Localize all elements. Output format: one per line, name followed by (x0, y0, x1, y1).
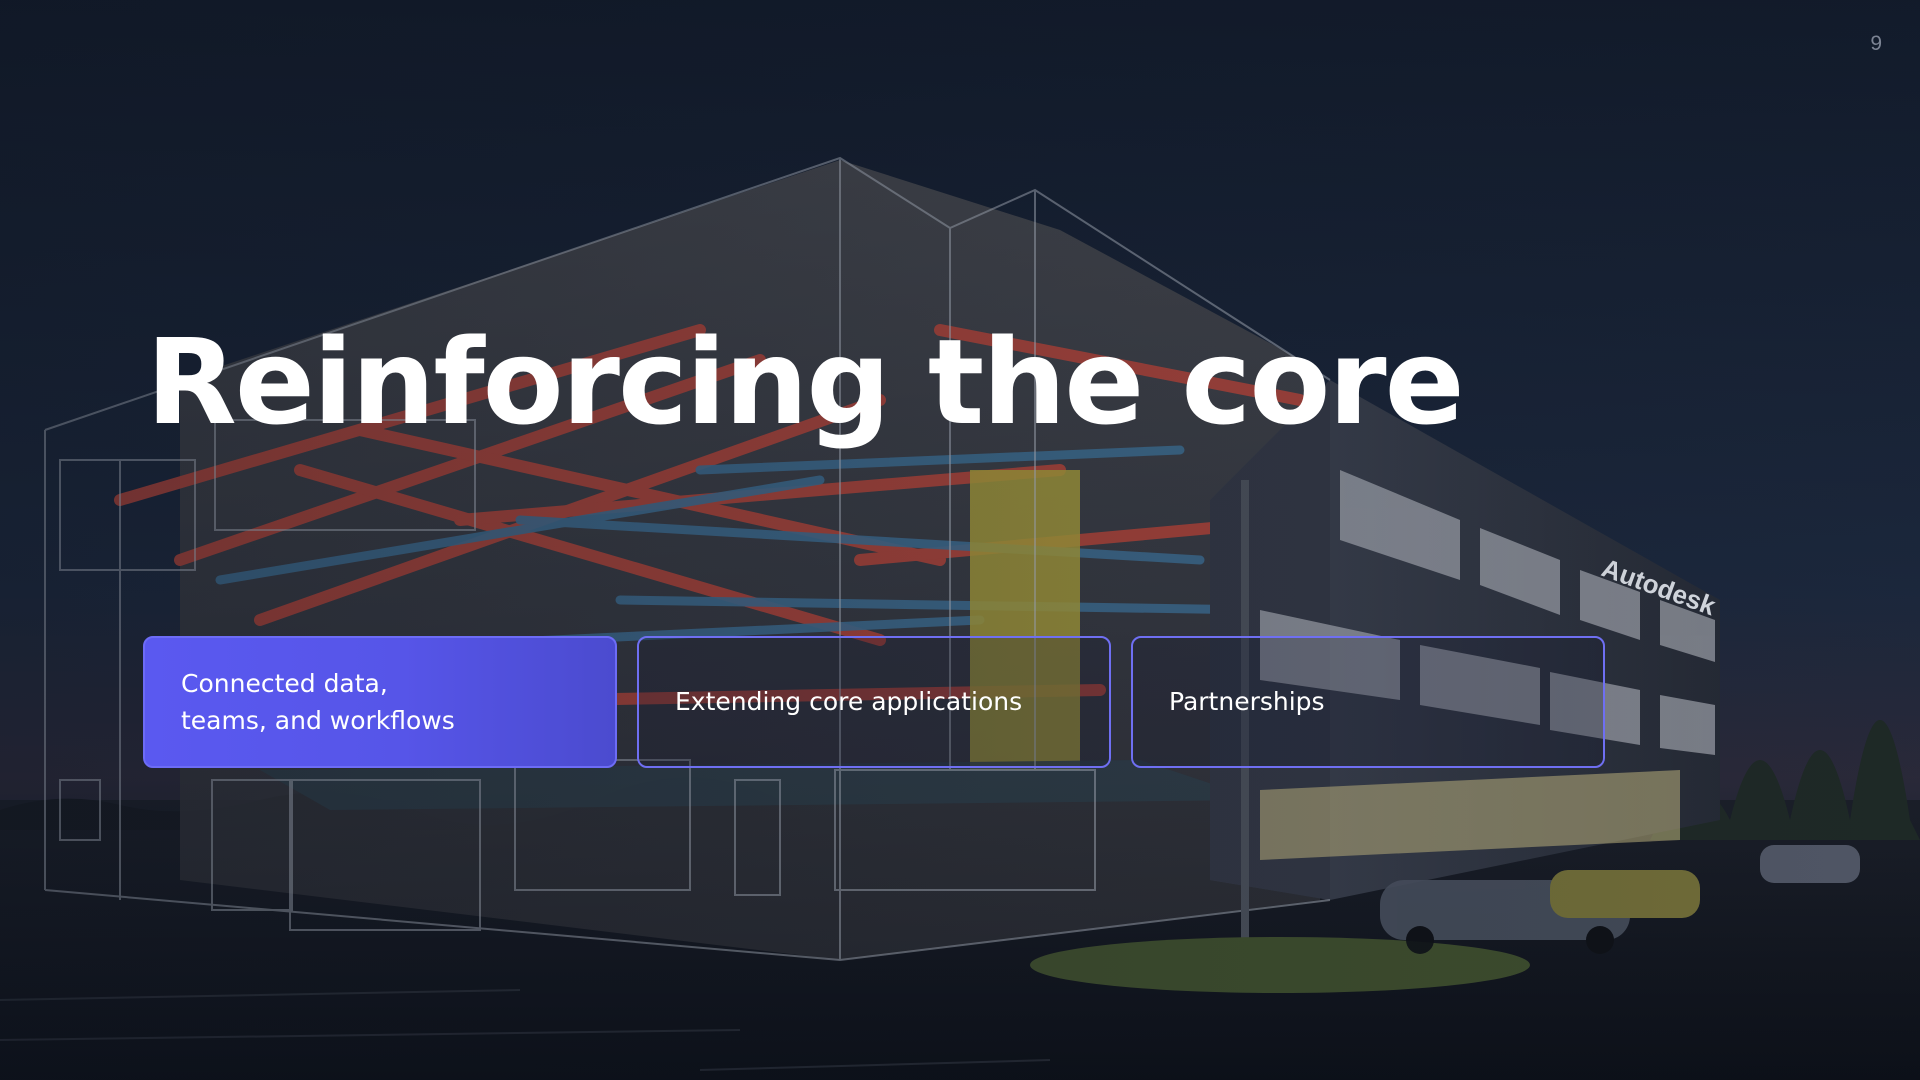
pillar-label: Connected data, teams, and workflows (181, 668, 455, 736)
pillar-card-partnerships[interactable]: Partnerships (1131, 636, 1605, 768)
pillar-card-extending-core-applications[interactable]: Extending core applications (637, 636, 1111, 768)
page-number: 9 (1870, 32, 1882, 55)
pillar-card-connected-data[interactable]: Connected data, teams, and workflows (143, 636, 617, 768)
pillar-label: Partnerships (1169, 687, 1325, 717)
pillar-cards: Connected data, teams, and workflows Ext… (143, 636, 1605, 768)
slide: Autodesk (0, 0, 1920, 1080)
slide-title: Reinforcing the core (146, 313, 1465, 451)
dark-overlay (0, 0, 1920, 1080)
pillar-label: Extending core applications (675, 687, 1023, 717)
